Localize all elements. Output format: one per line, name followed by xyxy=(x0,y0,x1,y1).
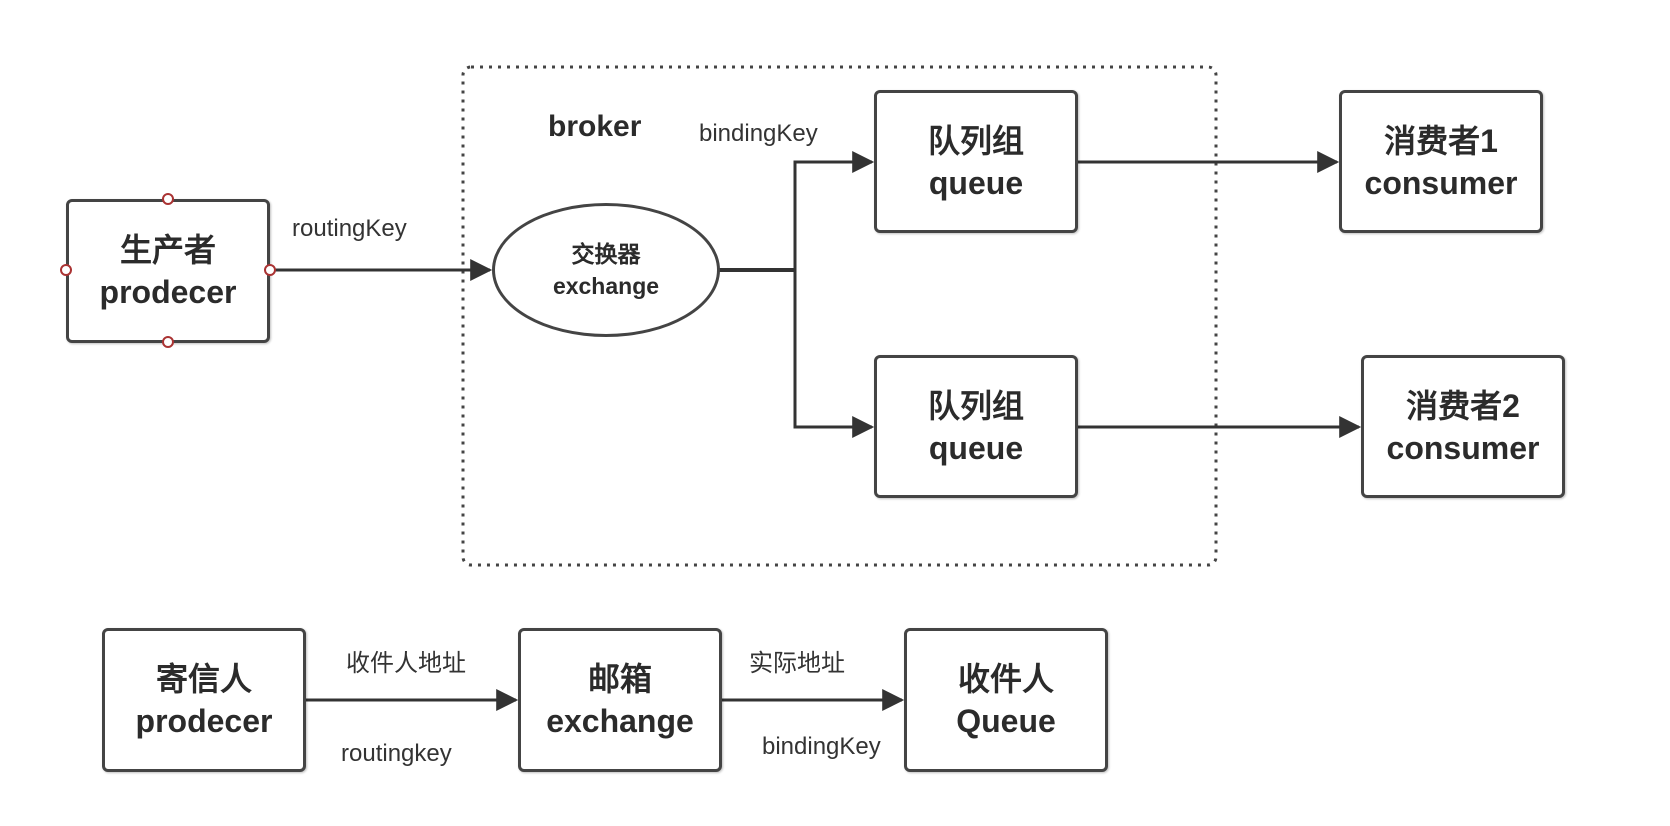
bottom-binding-key-label: bindingKey xyxy=(762,733,881,760)
consumer-2-title: 消费者2 xyxy=(1406,387,1520,424)
producer-title: 生产者 xyxy=(119,232,216,268)
sender-node[interactable]: 寄信人 prodecer xyxy=(102,628,306,772)
arrow-exchange-queue1 xyxy=(793,151,875,270)
producer-handle-right[interactable] xyxy=(264,264,276,276)
sender-title: 寄信人 xyxy=(155,661,252,697)
consumer-2-subtitle: consumer xyxy=(1386,429,1540,466)
routing-key-label: routingKey xyxy=(292,215,407,242)
recipient-node[interactable]: 收件人 Queue xyxy=(904,628,1108,772)
consumer-node-2[interactable]: 消费者2 consumer xyxy=(1361,355,1565,498)
mailbox-subtitle: exchange xyxy=(546,703,694,739)
mailbox-title: 邮箱 xyxy=(587,661,652,697)
producer-handle-left[interactable] xyxy=(60,264,72,276)
producer-node[interactable]: 生产者 prodecer xyxy=(66,199,270,343)
producer-handle-bottom[interactable] xyxy=(162,336,174,348)
sender-subtitle: prodecer xyxy=(135,703,273,739)
exchange-subtitle: exchange xyxy=(552,273,660,299)
broker-label: broker xyxy=(548,110,642,143)
queue-node-2[interactable]: 队列组 queue xyxy=(874,355,1078,498)
recipient-subtitle: Queue xyxy=(956,703,1056,739)
binding-key-label: bindingKey xyxy=(699,120,818,147)
producer-handle-top[interactable] xyxy=(162,193,174,205)
queue-2-subtitle: queue xyxy=(928,429,1024,466)
queue-1-subtitle: queue xyxy=(928,164,1024,201)
queue-1-title: 队列组 xyxy=(927,122,1024,159)
routingkey-label: routingkey xyxy=(341,740,452,767)
exchange-node[interactable]: 交换器 exchange xyxy=(492,203,720,337)
queue-2-title: 队列组 xyxy=(927,387,1024,424)
arrow-exchange-queue2 xyxy=(793,270,875,438)
consumer-1-title: 消费者1 xyxy=(1384,122,1498,159)
recipient-title: 收件人 xyxy=(957,661,1054,697)
actual-address-label: 实际地址 xyxy=(749,650,845,677)
consumer-1-subtitle: consumer xyxy=(1364,164,1518,201)
mailbox-node[interactable]: 邮箱 exchange xyxy=(518,628,722,772)
queue-node-1[interactable]: 队列组 queue xyxy=(874,90,1078,233)
consumer-node-1[interactable]: 消费者1 consumer xyxy=(1339,90,1543,233)
producer-subtitle: prodecer xyxy=(99,274,237,310)
address-label: 收件人地址 xyxy=(346,650,466,677)
exchange-title: 交换器 xyxy=(571,241,641,267)
